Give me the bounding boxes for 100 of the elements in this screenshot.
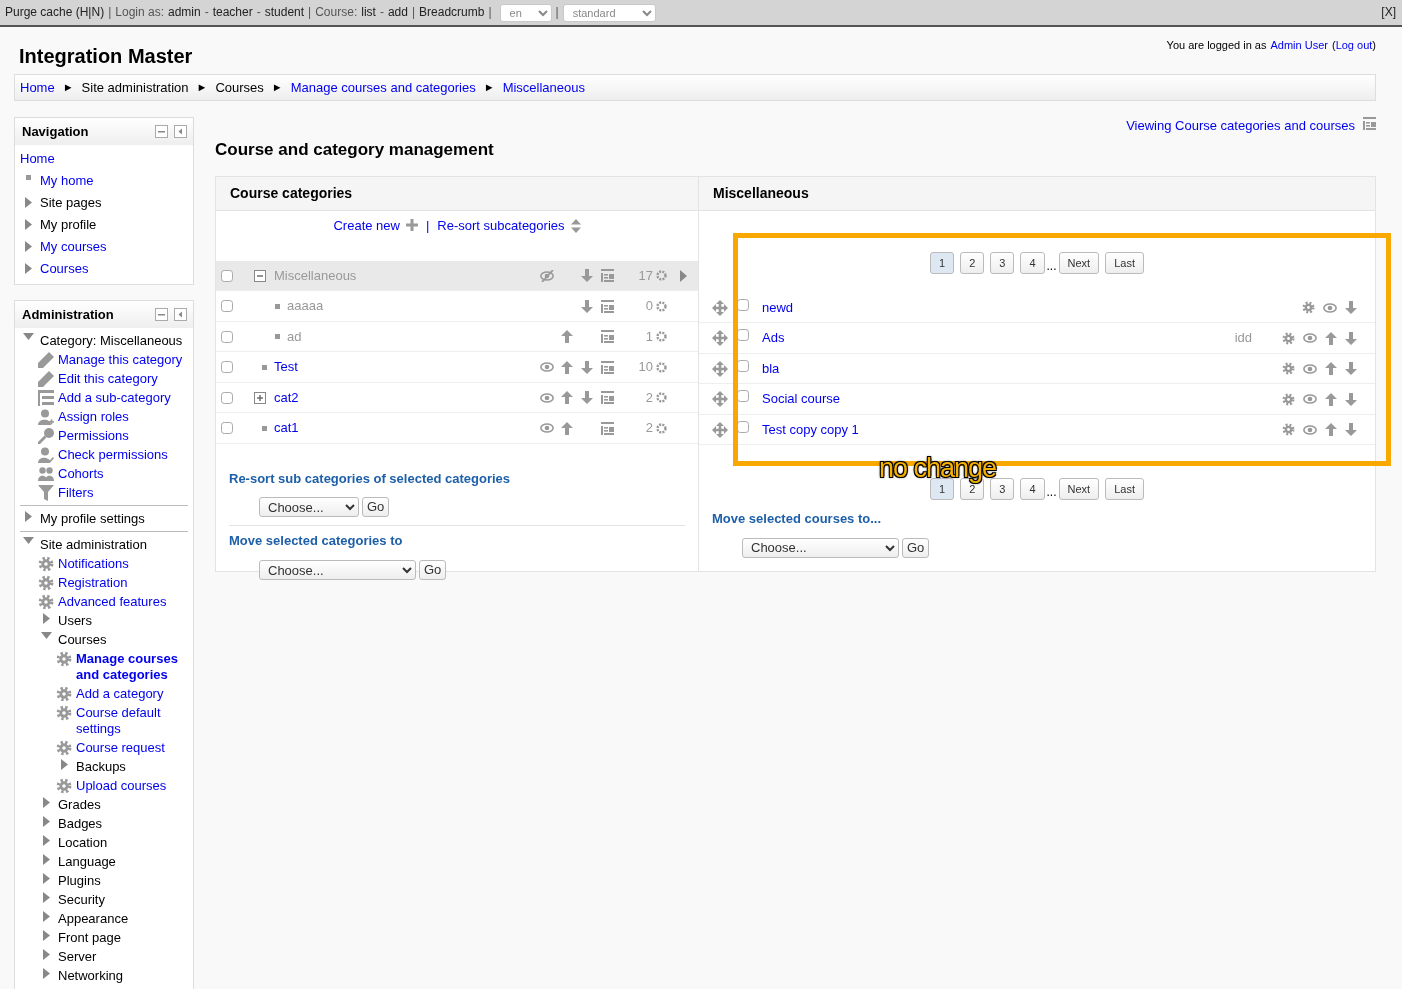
move-icon[interactable] bbox=[712, 421, 728, 438]
tree-item[interactable]: Users bbox=[58, 611, 92, 630]
move-icon[interactable] bbox=[712, 391, 728, 408]
course-link[interactable]: Ads bbox=[762, 329, 785, 347]
tree-item[interactable]: Appearance bbox=[58, 909, 129, 928]
arrow-down-icon[interactable] bbox=[581, 269, 593, 283]
arrow-up-icon[interactable] bbox=[1325, 423, 1337, 437]
choose-select[interactable]: Choose... bbox=[742, 538, 899, 558]
tree-item[interactable]: My profile bbox=[40, 214, 97, 236]
eye-icon[interactable] bbox=[1303, 394, 1317, 405]
tree-item[interactable]: Backups bbox=[76, 757, 126, 776]
page-button[interactable]: 1 bbox=[930, 251, 955, 274]
view-mode-link[interactable]: Viewing Course categories and courses bbox=[1126, 117, 1355, 135]
tree-link[interactable]: Check permissions bbox=[58, 445, 168, 464]
arrow-down-icon[interactable] bbox=[581, 391, 593, 405]
tree-item[interactable]: Server bbox=[58, 947, 97, 966]
language-select[interactable]: en bbox=[499, 3, 552, 22]
tree-link[interactable]: Add a category bbox=[76, 684, 164, 703]
tree-item[interactable]: Site administration bbox=[40, 535, 147, 554]
tree-link[interactable]: Filters bbox=[58, 483, 94, 502]
listing-icon[interactable] bbox=[1363, 117, 1376, 130]
page-button[interactable]: 3 bbox=[990, 251, 1015, 274]
arrow-up-icon[interactable] bbox=[1325, 362, 1337, 376]
row-checkbox[interactable] bbox=[221, 269, 233, 282]
dock-icon[interactable] bbox=[174, 125, 187, 138]
eye-icon[interactable] bbox=[540, 362, 554, 373]
category-row[interactable]: Test 10 bbox=[216, 352, 698, 383]
tree-link[interactable]: Manage this category bbox=[58, 350, 183, 369]
action-link[interactable]: Re-sort subcategories bbox=[437, 216, 565, 235]
tree-link[interactable]: Registration bbox=[58, 573, 128, 592]
breadcrumb-link[interactable]: Home bbox=[20, 78, 55, 97]
tree-item[interactable]: Location bbox=[58, 833, 108, 852]
eye-icon[interactable] bbox=[540, 392, 554, 403]
gear-icon[interactable] bbox=[1282, 362, 1295, 376]
tree-link[interactable]: Advanced features bbox=[58, 592, 167, 611]
move-icon[interactable] bbox=[712, 330, 728, 347]
arrow-down-icon[interactable] bbox=[1345, 392, 1357, 406]
dock-icon[interactable] bbox=[174, 308, 187, 321]
tree-item[interactable]: Plugins bbox=[58, 871, 101, 890]
go-button[interactable]: Go bbox=[362, 497, 390, 518]
arrow-up-icon[interactable] bbox=[1325, 392, 1337, 406]
arrow-up-icon[interactable] bbox=[1325, 331, 1337, 345]
login-link[interactable]: add bbox=[387, 4, 408, 21]
tree-item[interactable]: Category: Miscellaneous bbox=[40, 331, 183, 350]
login-link[interactable]: list bbox=[361, 4, 376, 21]
arrow-up-icon[interactable] bbox=[561, 391, 573, 405]
page-button[interactable]: 4 bbox=[1020, 251, 1045, 274]
login-link[interactable]: admin bbox=[168, 4, 201, 21]
arrow-down-icon[interactable] bbox=[1345, 301, 1357, 315]
tree-link[interactable]: Permissions bbox=[58, 426, 129, 445]
tree-link[interactable]: Upload courses bbox=[76, 776, 167, 795]
tree-link[interactable]: Cohorts bbox=[58, 464, 104, 483]
gear-icon[interactable] bbox=[1302, 301, 1315, 315]
category-row[interactable]: cat2 2 bbox=[216, 382, 698, 414]
tree-link[interactable]: Home bbox=[20, 148, 55, 170]
row-checkbox[interactable] bbox=[221, 330, 233, 343]
login-link[interactable]: teacher bbox=[212, 4, 253, 21]
category-link[interactable]: cat2 bbox=[274, 388, 299, 407]
arrow-down-icon[interactable] bbox=[1345, 331, 1357, 345]
breadcrumb-link[interactable]: Miscellaneous bbox=[502, 78, 585, 97]
breadcrumb-link[interactable]: Breadcrumb bbox=[419, 4, 485, 21]
category-link[interactable]: cat1 bbox=[274, 419, 299, 437]
tree-item[interactable]: Site pages bbox=[40, 192, 102, 214]
listing-icon[interactable] bbox=[600, 330, 614, 344]
eye-icon[interactable] bbox=[1303, 363, 1317, 374]
listing-icon[interactable] bbox=[600, 360, 614, 374]
eye-icon[interactable] bbox=[1323, 302, 1337, 313]
arrow-up-icon[interactable] bbox=[561, 330, 573, 344]
tree-item[interactable]: Front page bbox=[58, 928, 121, 947]
tree-link[interactable]: Manage courses and categories bbox=[76, 649, 188, 684]
next-button[interactable]: Next bbox=[1058, 478, 1100, 501]
plus-icon[interactable] bbox=[405, 218, 418, 231]
tree-item[interactable]: Grades bbox=[58, 795, 101, 814]
tree-item[interactable]: My profile settings bbox=[40, 509, 145, 528]
move-icon[interactable] bbox=[712, 360, 728, 377]
theme-select[interactable]: standard bbox=[562, 3, 656, 22]
course-link[interactable]: Social course bbox=[762, 390, 841, 408]
purge-cache-link[interactable]: Purge cache (H|N) bbox=[5, 4, 105, 21]
page-button[interactable]: 2 bbox=[960, 251, 985, 274]
tree-link[interactable]: Add a sub-category bbox=[58, 388, 171, 407]
last-button[interactable]: Last bbox=[1105, 251, 1144, 274]
course-link[interactable]: bla bbox=[762, 359, 780, 378]
listing-icon[interactable] bbox=[600, 299, 614, 313]
sort-icon[interactable] bbox=[570, 218, 581, 233]
arrow-down-icon[interactable] bbox=[1345, 362, 1357, 376]
eye-icon[interactable] bbox=[540, 423, 554, 434]
user-link[interactable]: Admin User bbox=[1270, 38, 1328, 53]
listing-icon[interactable] bbox=[600, 421, 614, 435]
caret-right-icon[interactable] bbox=[679, 269, 687, 282]
move-icon[interactable] bbox=[712, 299, 728, 316]
tree-link[interactable]: Course request bbox=[76, 738, 165, 757]
gear-icon[interactable] bbox=[1282, 423, 1295, 437]
tree-link[interactable]: Edit this category bbox=[58, 369, 158, 388]
page-button[interactable]: 4 bbox=[1020, 478, 1045, 501]
arrow-down-icon[interactable] bbox=[581, 360, 593, 374]
tree-item[interactable]: Networking bbox=[58, 966, 124, 985]
tree-link[interactable]: Assign roles bbox=[58, 407, 129, 426]
arrow-down-icon[interactable] bbox=[1345, 423, 1357, 437]
minimize-icon[interactable] bbox=[155, 125, 168, 138]
login-link[interactable]: student bbox=[264, 4, 305, 21]
